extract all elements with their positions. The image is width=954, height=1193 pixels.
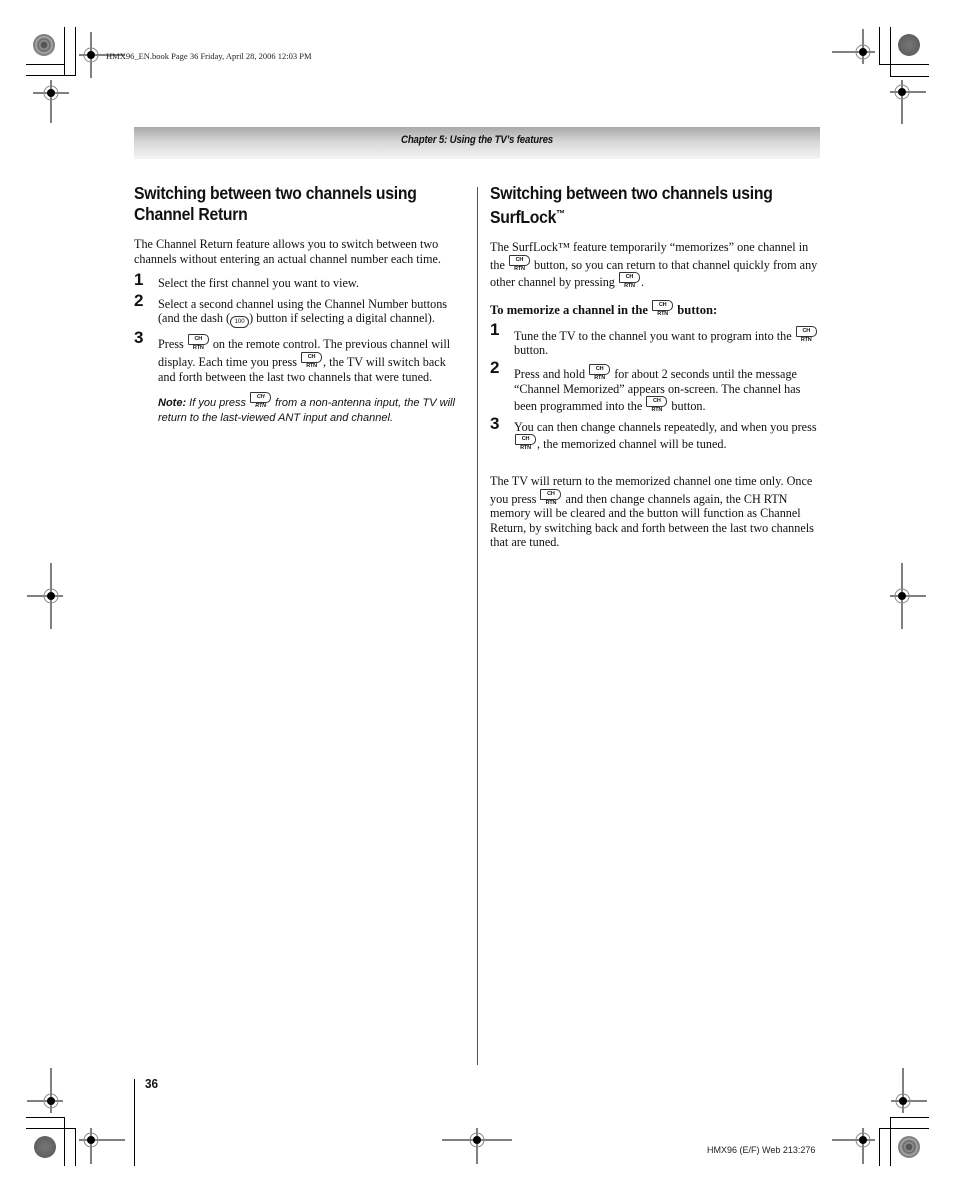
ch-rtn-button-icon: CH RTN [589, 363, 611, 381]
step-item: 1 Select the first channel you want to v… [134, 270, 359, 291]
ch-rtn-button-icon: CH RTN [187, 334, 209, 351]
ch-rtn-button-icon: CH RTN [795, 325, 817, 343]
registration-mark-icon [442, 1128, 512, 1164]
crop-mark [26, 64, 64, 65]
ch-rtn-button-icon: CH RTN [646, 396, 668, 413]
registration-mark-icon [27, 563, 63, 629]
crop-mark [75, 1128, 76, 1166]
step-item: 3 Press CH RTN on the remote control. Th… [134, 328, 451, 384]
crop-mark [26, 1128, 76, 1129]
step-number: 3 [134, 328, 144, 348]
registration-mark-icon [27, 1068, 63, 1113]
step-item: 2 Select a second channel using the Chan… [134, 290, 466, 329]
registration-mark-icon [79, 1128, 125, 1164]
ch-rtn-button-icon: CH RTN [618, 272, 640, 289]
crop-mark [75, 27, 76, 76]
step-item: 3 You can then change channels repeatedl… [490, 413, 817, 452]
crop-mark [26, 75, 76, 76]
ch-rtn-button-icon: CH RTN [508, 254, 530, 272]
intro-paragraph: The SurfLock™ feature temporarily “memor… [490, 240, 818, 290]
color-target-icon [33, 34, 55, 56]
crop-mark [890, 76, 929, 77]
crop-mark [879, 64, 929, 65]
registration-mark-icon [832, 1128, 875, 1164]
note: Note: If you press CH RTN from a non-ant… [158, 392, 455, 424]
registration-mark-icon [890, 563, 926, 629]
step-number: 1 [134, 270, 144, 290]
crop-mark [26, 1117, 64, 1118]
registration-mark-icon [891, 1068, 927, 1113]
crop-mark [890, 1117, 891, 1166]
chapter-title: Chapter 5: Using the TV’s features [401, 134, 553, 146]
step-number: 2 [490, 357, 500, 377]
ch-rtn-button-icon: CH RTN [540, 488, 562, 506]
registration-mark-icon [832, 29, 875, 64]
crop-mark [879, 27, 880, 65]
registration-mark-icon [33, 80, 69, 123]
page-number: 36 [145, 1076, 159, 1091]
ch-rtn-button-icon: CH RTN [652, 299, 674, 317]
intro-paragraph: The Channel Return feature allows you to… [134, 237, 441, 266]
color-target-icon [898, 1136, 920, 1158]
note-label: Note: [158, 397, 187, 410]
registration-mark-icon [890, 80, 926, 124]
steps-list: 1 Select the first channel you want to v… [134, 270, 466, 384]
subheading: To memorize a channel in the CH RTN butt… [490, 299, 718, 317]
ch-rtn-button-icon: CH RTN [301, 351, 323, 369]
section-title: Switching between two channels using Cha… [134, 183, 417, 224]
step-item: 2 Press and hold CH RTN for about 2 seco… [490, 357, 801, 414]
crop-mark [890, 1117, 929, 1118]
step-number: 3 [490, 413, 500, 433]
crop-mark [879, 1128, 880, 1166]
section-title: Switching between two channels using Sur… [490, 183, 773, 227]
print-meta: HMX96_EN.book Page 36 Friday, April 28, … [106, 51, 312, 61]
section-surflock: Switching between two channels using Sur… [490, 183, 822, 560]
dash-button-icon: 100 [230, 316, 250, 329]
crop-mark [879, 1128, 929, 1129]
crop-mark [134, 1079, 135, 1166]
color-target-icon [898, 34, 920, 56]
crop-mark [890, 27, 891, 76]
closing-paragraph: The TV will return to the memorized chan… [490, 473, 814, 550]
ch-rtn-button-icon: CH RTN [515, 434, 536, 451]
column-divider [477, 187, 478, 1065]
step-item: 1 Tune the TV to the channel you want to… [490, 319, 822, 358]
chapter-header-bar: Chapter 5: Using the TV’s features [134, 127, 820, 159]
color-target-icon [34, 1136, 56, 1158]
step-number: 2 [134, 290, 144, 310]
section-channel-return: Switching between two channels using Cha… [134, 183, 466, 425]
crop-mark [64, 1117, 65, 1166]
ch-rtn-button-icon: CH RTN [250, 392, 272, 409]
steps-list: 1 Tune the TV to the channel you want to… [490, 319, 822, 452]
step-number: 1 [490, 319, 500, 339]
crop-mark [64, 27, 65, 76]
footer-code: HMX96 (E/F) Web 213:276 [707, 1145, 816, 1155]
